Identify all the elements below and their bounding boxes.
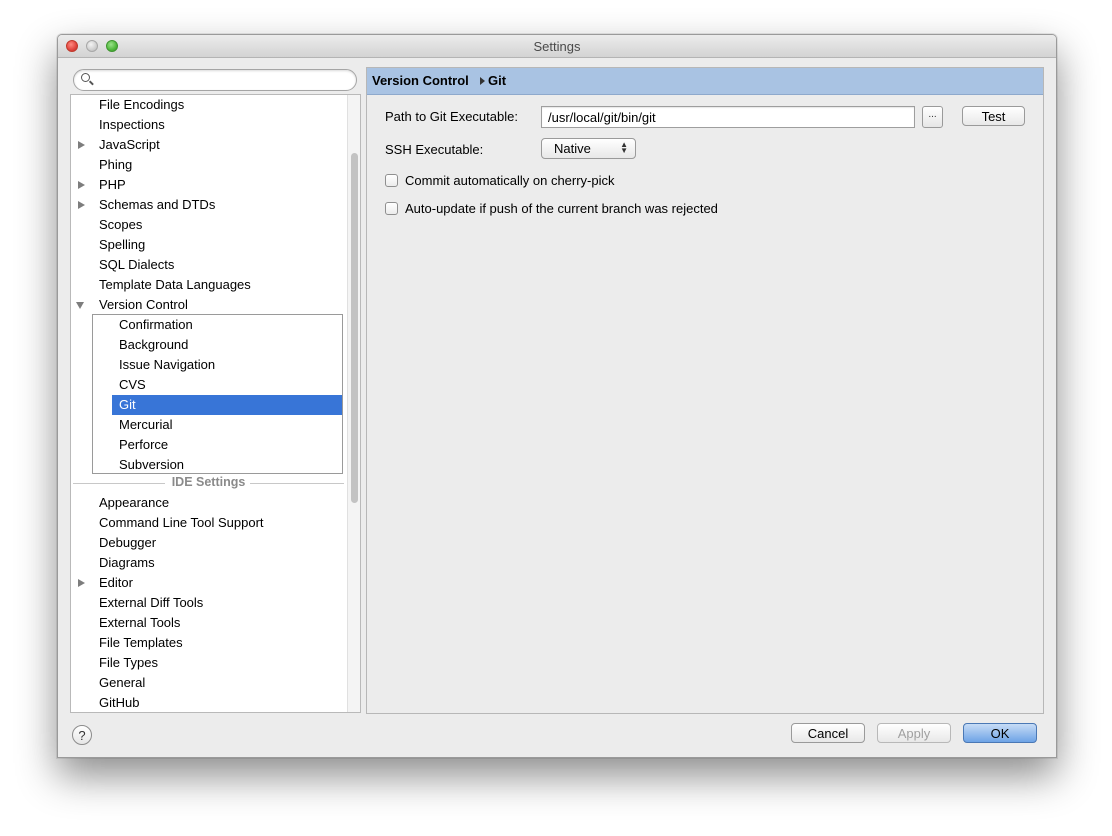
expand-arrow-icon[interactable] xyxy=(78,579,85,587)
git-path-label: Path to Git Executable: xyxy=(385,109,518,124)
tree-item-javascript[interactable]: JavaScript xyxy=(71,135,346,155)
breadcrumb-git: Git xyxy=(488,73,507,88)
tree-item-editor[interactable]: Editor xyxy=(71,573,346,593)
tree-item-github[interactable]: GitHub xyxy=(71,693,346,712)
tree-item-sql-dialects[interactable]: SQL Dialects xyxy=(71,255,346,275)
tree-item-subversion[interactable]: Subversion xyxy=(71,455,346,475)
title-bar[interactable]: Settings xyxy=(58,35,1056,58)
tree-item-cvs[interactable]: CVS xyxy=(71,375,346,395)
tree-item-php[interactable]: PHP xyxy=(71,175,346,195)
ok-button[interactable]: OK xyxy=(963,723,1037,743)
auto-update-checkbox[interactable] xyxy=(385,202,398,215)
tree-item-external-diff-tools[interactable]: External Diff Tools xyxy=(71,593,346,613)
search-icon xyxy=(81,73,90,82)
expand-arrow-icon[interactable] xyxy=(78,181,85,189)
tree-item-inspections[interactable]: Inspections xyxy=(71,115,346,135)
tree-item-phing[interactable]: Phing xyxy=(71,155,346,175)
tree-item-spelling[interactable]: Spelling xyxy=(71,235,346,255)
git-settings-panel: Version Control Git Path to Git Executab… xyxy=(366,67,1044,714)
select-updown-icon: ▲ ▼ xyxy=(620,140,628,155)
tree-item-git[interactable]: Git xyxy=(112,395,342,415)
browse-button[interactable]: ... xyxy=(922,106,943,128)
ssh-executable-label: SSH Executable: xyxy=(385,142,484,157)
search-input[interactable] xyxy=(98,72,352,89)
tree-item-external-tools[interactable]: External Tools xyxy=(71,613,346,633)
breadcrumb-separator-icon xyxy=(480,77,485,85)
test-button[interactable]: Test xyxy=(962,106,1025,126)
auto-update-label[interactable]: Auto-update if push of the current branc… xyxy=(405,201,718,216)
tree-item-file-templates[interactable]: File Templates xyxy=(71,633,346,653)
tree-item-general[interactable]: General xyxy=(71,673,346,693)
tree-item-schemas-and-dtds[interactable]: Schemas and DTDs xyxy=(71,195,346,215)
tree-item-issue-navigation[interactable]: Issue Navigation xyxy=(71,355,346,375)
tree-scroll-thumb[interactable] xyxy=(351,153,358,503)
tree-item-appearance[interactable]: Appearance xyxy=(71,493,346,513)
tree-item-command-line-tool-support[interactable]: Command Line Tool Support xyxy=(71,513,346,533)
tree-item-diagrams[interactable]: Diagrams xyxy=(71,553,346,573)
git-path-input[interactable] xyxy=(546,109,910,126)
breadcrumb: Version Control Git xyxy=(367,68,1043,95)
apply-button[interactable]: Apply xyxy=(877,723,951,743)
tree-item-file-types[interactable]: File Types xyxy=(71,653,346,673)
ssh-executable-value: Native xyxy=(554,141,591,156)
tree-item-version-control[interactable]: Version Control xyxy=(71,295,346,315)
collapse-arrow-icon[interactable] xyxy=(76,302,84,309)
cancel-button[interactable]: Cancel xyxy=(791,723,865,743)
window-title: Settings xyxy=(533,39,581,54)
help-button[interactable]: ? xyxy=(72,725,92,745)
git-path-field[interactable] xyxy=(541,106,915,128)
cherry-pick-checkbox[interactable] xyxy=(385,174,398,187)
expand-arrow-icon[interactable] xyxy=(78,141,85,149)
tree-scrollbar[interactable] xyxy=(347,95,360,712)
tree-item-background[interactable]: Background xyxy=(71,335,346,355)
settings-tree: File Encodings Inspections JavaScript Ph… xyxy=(70,94,361,713)
expand-arrow-icon[interactable] xyxy=(78,201,85,209)
tree-item-scopes[interactable]: Scopes xyxy=(71,215,346,235)
tree-item-perforce[interactable]: Perforce xyxy=(71,435,346,455)
settings-window: Settings File Encodings Inspections Java… xyxy=(57,34,1057,758)
tree-item-template-data-languages[interactable]: Template Data Languages xyxy=(71,275,346,295)
tree-item-file-encodings[interactable]: File Encodings xyxy=(71,95,346,115)
tree-item-confirmation[interactable]: Confirmation xyxy=(71,315,346,335)
ide-settings-header: IDE Settings xyxy=(71,475,346,491)
breadcrumb-version-control: Version Control xyxy=(372,73,469,88)
tree-item-debugger[interactable]: Debugger xyxy=(71,533,346,553)
settings-search[interactable] xyxy=(73,69,357,91)
ssh-executable-select[interactable]: Native ▲ ▼ xyxy=(541,138,636,159)
tree-item-mercurial[interactable]: Mercurial xyxy=(71,415,346,435)
cherry-pick-label[interactable]: Commit automatically on cherry-pick xyxy=(405,173,615,188)
